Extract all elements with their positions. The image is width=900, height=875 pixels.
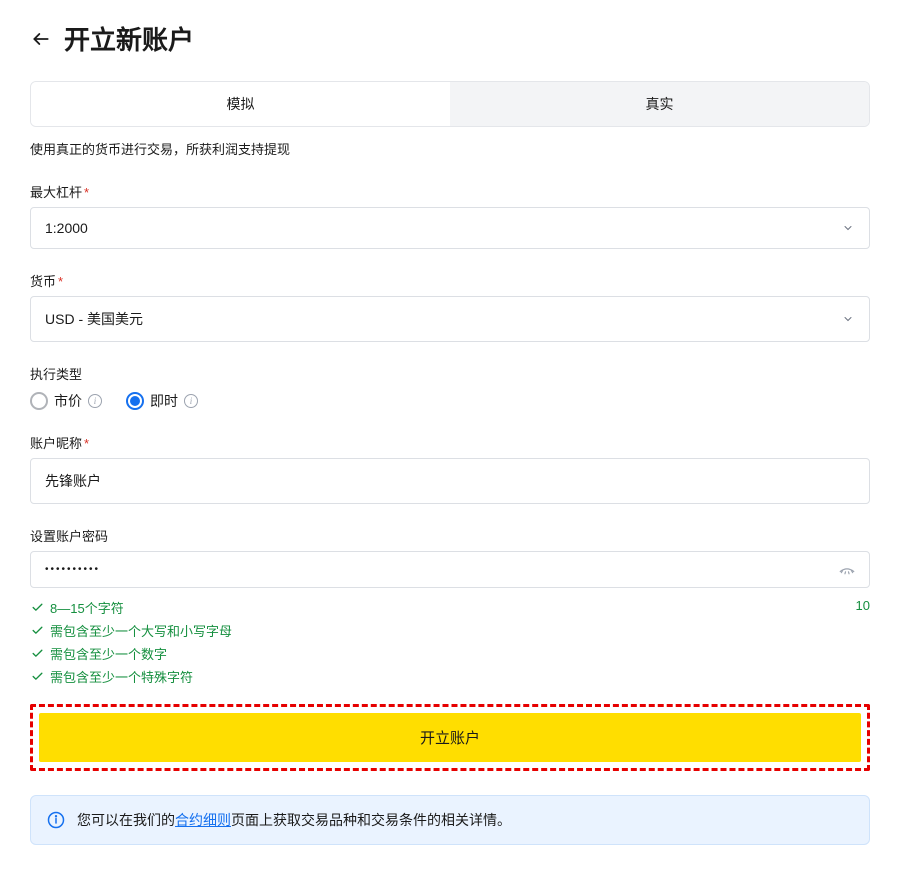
tab-demo[interactable]: 模拟 [31, 82, 450, 126]
nickname-value: 先锋账户 [45, 471, 101, 491]
create-account-button[interactable]: 开立账户 [39, 713, 861, 762]
radio-icon [30, 392, 48, 410]
info-icon[interactable]: i [184, 394, 198, 408]
submit-highlight: 开立账户 [30, 704, 870, 771]
password-input[interactable]: •••••••••• [30, 551, 870, 588]
radio-market[interactable]: 市价 i [30, 391, 102, 411]
password-label: 设置账户密码 [30, 526, 870, 545]
notice-text: 您可以在我们的合约细则页面上获取交易品种和交易条件的相关详情。 [77, 810, 511, 830]
leverage-select[interactable]: 1:2000 [30, 207, 870, 249]
nickname-input[interactable]: 先锋账户 [30, 458, 870, 504]
currency-value: USD - 美国美元 [45, 309, 143, 329]
rule-digit: 需包含至少一个数字 [30, 644, 870, 663]
notice-box: 您可以在我们的合约细则页面上获取交易品种和交易条件的相关详情。 [30, 795, 870, 845]
page-title: 开立新账户 [64, 20, 194, 57]
execution-label: 执行类型 [30, 364, 870, 383]
leverage-value: 1:2000 [45, 220, 88, 236]
radio-instant[interactable]: 即时 i [126, 391, 198, 411]
currency-label: 货币* [30, 271, 870, 290]
password-value: •••••••••• [45, 564, 100, 575]
rule-case: 需包含至少一个大写和小写字母 [30, 621, 870, 640]
radio-icon [126, 392, 144, 410]
check-icon [30, 601, 44, 615]
radio-instant-label: 即时 [150, 391, 178, 411]
required-mark: * [84, 436, 89, 451]
password-char-count: 10 [856, 598, 870, 613]
password-rules: 10 8—15个字符 需包含至少一个大写和小写字母 需包含至少一个数字 需包含至… [30, 598, 870, 686]
back-icon[interactable] [30, 28, 52, 50]
chevron-down-icon [841, 312, 855, 326]
currency-select[interactable]: USD - 美国美元 [30, 296, 870, 342]
radio-market-label: 市价 [54, 391, 82, 411]
info-icon[interactable]: i [88, 394, 102, 408]
contract-spec-link[interactable]: 合约细则 [175, 812, 231, 828]
nickname-label: 账户昵称* [30, 433, 870, 452]
check-icon [30, 670, 44, 684]
account-type-tabs: 模拟 真实 [30, 81, 870, 127]
info-icon [47, 811, 65, 829]
rule-special: 需包含至少一个特殊字符 [30, 667, 870, 686]
chevron-down-icon [841, 221, 855, 235]
tab-real[interactable]: 真实 [450, 82, 869, 126]
check-icon [30, 624, 44, 638]
leverage-label: 最大杠杆* [30, 182, 870, 201]
check-icon [30, 647, 44, 661]
eye-closed-icon[interactable] [838, 561, 856, 579]
tab-description: 使用真正的货币进行交易，所获利润支持提现 [30, 139, 870, 158]
rule-length: 8—15个字符 [30, 598, 870, 617]
required-mark: * [58, 274, 63, 289]
required-mark: * [84, 185, 89, 200]
